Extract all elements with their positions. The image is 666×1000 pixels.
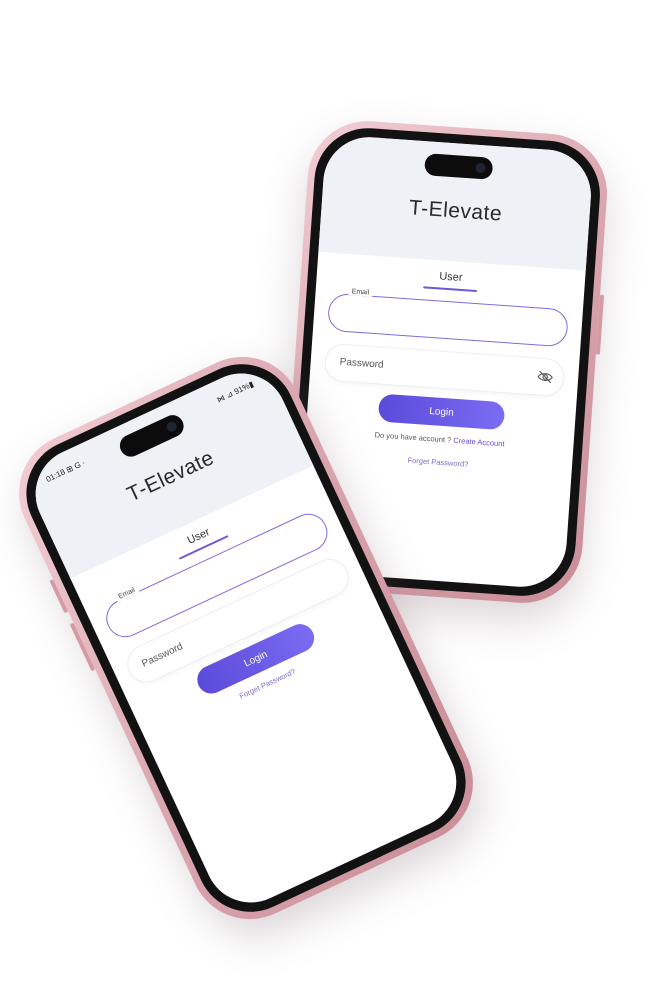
- create-account-link[interactable]: Create Account: [453, 436, 505, 449]
- email-label: Email: [348, 288, 373, 297]
- forget-password-link[interactable]: Forget Password?: [304, 448, 572, 476]
- password-placeholder: Password: [140, 641, 185, 670]
- camera-lens: [475, 162, 486, 174]
- camera-lens: [165, 419, 179, 434]
- dynamic-island: [423, 153, 494, 180]
- eye-off-icon[interactable]: [537, 369, 554, 384]
- email-field[interactable]: Email: [326, 288, 569, 348]
- email-label: Email: [114, 585, 140, 602]
- account-prompt: Do you have account ?: [374, 430, 452, 445]
- password-placeholder: Password: [339, 356, 384, 371]
- mockup-scene: T-Elevate User Email Password Login Do y…: [0, 0, 666, 1000]
- login-button[interactable]: Login: [377, 393, 506, 431]
- account-prompt-line: Do you have account ? Create Account: [306, 425, 574, 453]
- password-field[interactable]: Password: [323, 342, 566, 398]
- tab-underline: [423, 286, 478, 293]
